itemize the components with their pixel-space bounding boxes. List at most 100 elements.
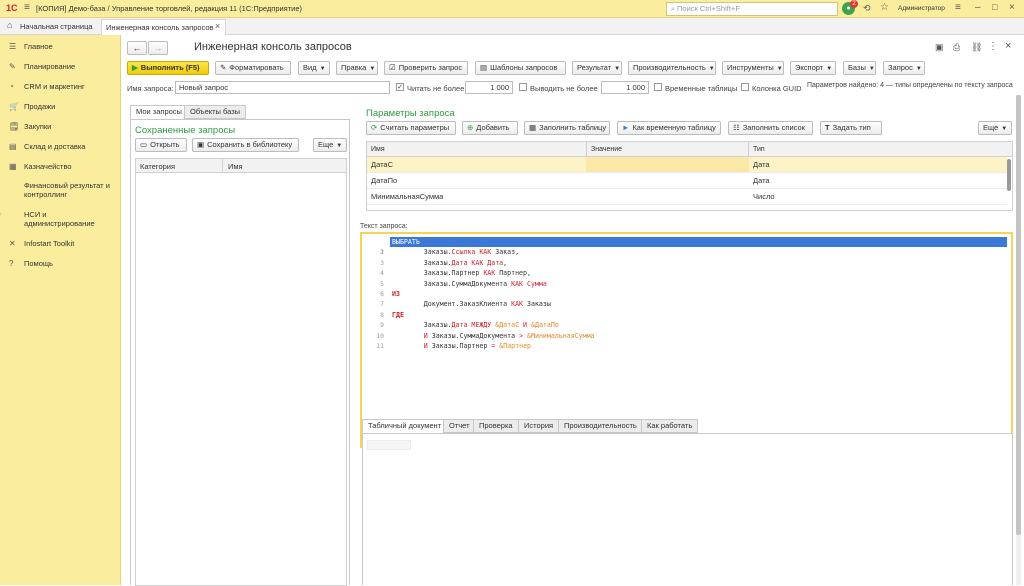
save-disk-icon[interactable]: ▣ <box>935 42 944 53</box>
param-type-cell: Дата <box>753 176 770 185</box>
format-button[interactable]: ✎ Форматировать <box>215 61 291 75</box>
tab-home[interactable]: Начальная страница <box>20 22 93 31</box>
sidebar-item-label: Планирование <box>24 62 76 71</box>
tab-history[interactable]: История <box>518 419 560 433</box>
tab-performance[interactable]: Производительность <box>558 419 643 433</box>
count-params-button[interactable]: ⟳ Считать параметры <box>366 121 456 135</box>
saved-queries-table[interactable]: Категория Имя <box>135 158 347 586</box>
tab-db-objects[interactable]: Объекты базы <box>184 105 247 119</box>
col-param-value[interactable]: Значение <box>591 146 622 153</box>
tab-report[interactable]: Отчет <box>443 419 476 433</box>
guid-checkbox[interactable] <box>741 83 749 91</box>
output-limit-input[interactable]: 1 000 <box>601 81 649 94</box>
sidebar-item-treasury[interactable]: ▦ Казначейство <box>9 162 72 171</box>
tab-check[interactable]: Проверка <box>473 419 519 433</box>
view-menu[interactable]: Вид ▼ <box>298 61 330 75</box>
page-scrollbar[interactable] <box>1016 95 1021 585</box>
check-query-button[interactable]: ☑ Проверить запрос <box>384 61 468 75</box>
home-icon[interactable]: ⌂ <box>7 20 12 30</box>
open-button[interactable]: ▭ Открыть <box>135 138 187 152</box>
history-icon[interactable]: ⟲ <box>863 3 871 14</box>
forward-button[interactable]: → <box>148 41 168 55</box>
output-limit-checkbox[interactable] <box>519 83 527 91</box>
run-button[interactable]: ▶ Выполнить (F5) <box>127 61 209 75</box>
col-category[interactable]: Категория <box>140 162 175 171</box>
as-temp-table-button[interactable]: ► Как временную таблицу <box>617 121 721 135</box>
page-scrollbar-thumb[interactable] <box>1016 95 1021 535</box>
col-name[interactable]: Имя <box>228 162 243 171</box>
export-menu[interactable]: Экспорт ▼ <box>790 61 836 75</box>
sidebar-item-finance[interactable]: ▮ Финансовый результат и контроллинг <box>9 181 117 199</box>
params-table[interactable]: Имя Значение Тип ДатаС Дата ДатаПо Дата … <box>366 141 1013 211</box>
query-label: Запрос <box>888 63 913 72</box>
tab-how-to[interactable]: Как работать <box>641 419 699 433</box>
more-left-button[interactable]: Еще ▼ <box>313 138 347 152</box>
global-search[interactable]: ⌕ Поиск Ctrl+Shift+F <box>666 2 838 16</box>
col-param-name[interactable]: Имя <box>371 146 385 153</box>
table-row[interactable]: ДатаПо Дата <box>367 173 1007 189</box>
save-library-button[interactable]: ▣ Сохранить в библиотеку <box>192 138 299 152</box>
read-limit-label: Читать не более <box>407 84 465 93</box>
code-line-11: 11 И Заказы.Партнер = &Партнер <box>362 341 1011 351</box>
tools-icon: ✕ <box>9 239 16 248</box>
table-row[interactable]: ДатаС Дата <box>367 157 1007 173</box>
tools-label: Инструменты <box>727 63 774 72</box>
table-row[interactable]: МинимальнаяСумма Число <box>367 189 1007 205</box>
sidebar-item-sales[interactable]: 🛒 Продажи <box>9 102 55 111</box>
type-icon: T <box>825 123 830 132</box>
tab-spreadsheet[interactable]: Табличный документ <box>362 419 448 433</box>
treasury-icon: ▦ <box>9 162 17 171</box>
menu-icon[interactable]: ≡ <box>24 2 30 13</box>
spreadsheet-area[interactable] <box>362 433 1013 585</box>
settings-icon[interactable]: ≡ <box>955 2 961 13</box>
favorites-icon[interactable]: ☆ <box>880 2 889 13</box>
line-number: 6 <box>380 290 384 298</box>
tab-close-icon[interactable]: × <box>215 21 220 31</box>
sidebar-item-warehouse[interactable]: ▤ Склад и доставка <box>9 142 85 151</box>
query-menu[interactable]: Запрос ▼ <box>883 61 925 75</box>
sidebar-item-main[interactable]: ☰ Главное <box>9 42 53 51</box>
sidebar-item-purchases[interactable]: 🗒 Закупки <box>9 122 51 131</box>
query-editor[interactable]: 1 ВЫБРАТЬ 2 Заказы.Ссылка КАК Заказ, 3 З… <box>360 232 1013 448</box>
set-type-button[interactable]: T Задать тип <box>820 121 882 135</box>
code-text: ИЗ <box>392 290 400 298</box>
tab-query-console[interactable]: Инженерная консоль запросов × <box>101 19 226 35</box>
line-number: 3 <box>380 258 384 267</box>
templates-button[interactable]: ▤ Шаблоны запросов <box>475 61 566 75</box>
fill-table-button[interactable]: ▦ Заполнить таблицу <box>524 121 610 135</box>
result-menu[interactable]: Результат ▼ <box>572 61 622 75</box>
close-window-icon[interactable]: × <box>1009 2 1015 13</box>
sidebar-item-planning[interactable]: ✎ Планирование <box>9 62 75 71</box>
temp-tables-checkbox[interactable] <box>654 83 662 91</box>
sidebar-item-help[interactable]: ? Помощь <box>9 259 53 268</box>
close-form-icon[interactable]: × <box>1005 40 1011 52</box>
fill-list-button[interactable]: ☷ Заполнить список <box>728 121 813 135</box>
minimize-icon[interactable]: – <box>975 2 981 13</box>
user-name[interactable]: Администратор <box>898 5 945 12</box>
param-value-cell[interactable] <box>586 157 749 172</box>
query-name-input[interactable]: Новый запрос <box>175 81 390 94</box>
sidebar-item-admin[interactable]: ⚙ НСИ и администрирование <box>0 210 117 228</box>
col-divider <box>586 142 587 157</box>
spreadsheet-cell[interactable] <box>367 440 411 450</box>
add-param-button[interactable]: ⊕ Добавить <box>462 121 518 135</box>
read-limit-checkbox[interactable]: ✓ <box>396 83 404 91</box>
menu-icon: ☰ <box>9 42 17 51</box>
col-param-type[interactable]: Тип <box>753 146 765 153</box>
link-icon[interactable]: ⛓ <box>971 42 982 53</box>
back-button[interactable]: ← <box>127 41 147 55</box>
bases-menu[interactable]: Базы ▼ <box>843 61 876 75</box>
sidebar-item-infostart[interactable]: ✕ Infostart Toolkit <box>9 239 74 248</box>
sidebar-item-crm[interactable]: ◔ CRM и маркетинг <box>9 82 85 91</box>
more-icon[interactable]: ⋮ <box>988 41 998 52</box>
edit-menu[interactable]: Правка ▼ <box>336 61 378 75</box>
maximize-icon[interactable]: □ <box>992 2 997 12</box>
add-icon: ⊕ <box>467 123 474 132</box>
more-params-button[interactable]: Еще ▼ <box>978 121 1012 135</box>
performance-menu[interactable]: Производительность ▼ <box>628 61 716 75</box>
params-scrollbar[interactable] <box>1007 159 1011 191</box>
read-limit-input[interactable]: 1 000 <box>465 81 513 94</box>
print-icon[interactable]: ⎙ <box>953 42 960 53</box>
tools-menu[interactable]: Инструменты ▼ <box>722 61 784 75</box>
tab-my-queries[interactable]: Мои запросы <box>130 105 188 119</box>
